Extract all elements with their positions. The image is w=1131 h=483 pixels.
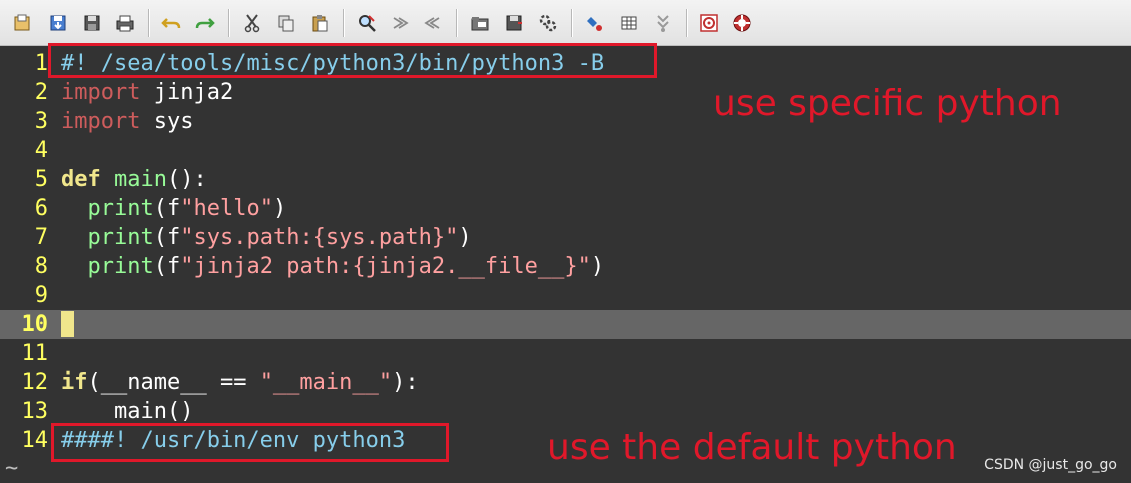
code-token: import [61,109,141,134]
help-icon[interactable] [697,11,721,35]
code-text[interactable]: print(f"jinja2 path:{jinja2.__file__}") [61,252,605,281]
find-next-icon[interactable] [388,11,412,35]
code-line[interactable]: 12 if(__name__ == "__main__"): [0,368,1131,397]
code-line[interactable]: 4 [0,136,1131,165]
code-token: import [61,80,141,105]
code-token: "__main__" [259,370,393,395]
code-token: ): [392,370,419,395]
line-number: 1 [34,51,48,76]
code-token: (__name__ == [87,370,260,395]
toolbar-separator [571,9,573,37]
code-text[interactable]: import sys [61,107,193,136]
toolbar-separator [456,9,458,37]
toolbar-separator [343,9,345,37]
code-token: sys [140,109,194,134]
line-number: 3 [34,109,48,134]
code-text[interactable]: main() [61,397,193,426]
find-help-icon[interactable] [730,11,754,35]
cut-icon[interactable] [240,11,264,35]
line-number: 2 [34,80,48,105]
code-token: ) [458,225,472,250]
line-number: 10 [21,312,49,337]
empty-line-tilde: ~ [5,456,19,481]
code-token: ) [590,254,605,279]
line-number: 8 [34,254,48,279]
code-token: "hello" [180,196,273,221]
toolbar-separator [686,9,688,37]
undo-icon[interactable] [159,11,183,35]
code-token: (): [166,167,207,192]
annotation-default-python: use the default python [547,427,957,468]
redo-icon[interactable] [193,11,217,35]
save-icon[interactable] [46,11,70,35]
highlight-box-shebang [48,43,657,78]
line-number: 13 [21,399,49,424]
code-token: print [87,225,154,250]
line-number: 4 [34,138,48,163]
find-replace-icon[interactable] [355,11,379,35]
text-cursor [61,310,74,337]
code-token: def [61,167,101,192]
code-token: (f [153,254,181,279]
line-number: 6 [34,196,48,221]
code-text[interactable]: print(f"hello") [61,194,287,223]
code-token: (f [153,225,181,250]
code-text[interactable]: import jinja2 [61,78,233,107]
watermark: CSDN @just_go_go [984,457,1117,473]
code-text[interactable]: def main(): [61,165,207,194]
toolbar-separator [228,9,230,37]
code-line[interactable]: 9 [0,281,1131,310]
code-line[interactable]: 6 print(f"hello") [0,194,1131,223]
code-text[interactable]: print(f"sys.path:{sys.path}") [61,223,472,252]
code-line[interactable]: 7 print(f"sys.path:{sys.path}") [0,223,1131,252]
make-icon[interactable] [583,11,607,35]
line-number: 14 [21,428,49,453]
open-icon[interactable] [10,11,34,35]
copy-icon[interactable] [274,11,298,35]
paste-icon[interactable] [308,11,332,35]
code-token: main [114,167,167,192]
code-line[interactable]: 13 main() [0,397,1131,426]
code-line[interactable]: 5 def main(): [0,165,1131,194]
run-script-icon[interactable] [536,11,560,35]
code-text[interactable] [61,310,74,339]
toolbar-separator [148,9,150,37]
line-number: 12 [21,370,49,395]
code-token: print [87,254,154,279]
code-token: if [61,370,88,395]
print-icon[interactable] [113,11,137,35]
annotation-specific-python: use specific python [713,83,1062,124]
code-token: ) [272,196,287,221]
code-line[interactable]: 8 print(f"jinja2 path:{jinja2.__file__}"… [0,252,1131,281]
code-line[interactable]: 10 [0,310,1131,339]
code-token: "sys.path:{sys.path}" [180,225,459,250]
line-number: 11 [21,341,49,366]
code-token: jinja2 [140,80,234,105]
jump-tag-icon[interactable] [651,11,675,35]
line-number: 5 [34,167,48,192]
line-number: 7 [34,225,48,250]
save-all-icon[interactable] [80,11,104,35]
code-line[interactable]: 11 [0,339,1131,368]
code-text[interactable]: if(__name__ == "__main__"): [61,368,419,397]
ctags-icon[interactable] [617,11,641,35]
load-session-icon[interactable] [468,11,492,35]
line-number: 9 [34,283,48,308]
find-prev-icon[interactable] [421,11,445,35]
toolbar [0,0,1131,46]
code-token: "jinja2 path:{jinja2.__file__}" [180,254,591,279]
code-token: print [87,196,154,221]
code-token: main() [61,399,194,424]
highlight-box-default-shebang [51,423,449,462]
code-token: (f [153,196,181,221]
save-session-icon[interactable] [502,11,526,35]
